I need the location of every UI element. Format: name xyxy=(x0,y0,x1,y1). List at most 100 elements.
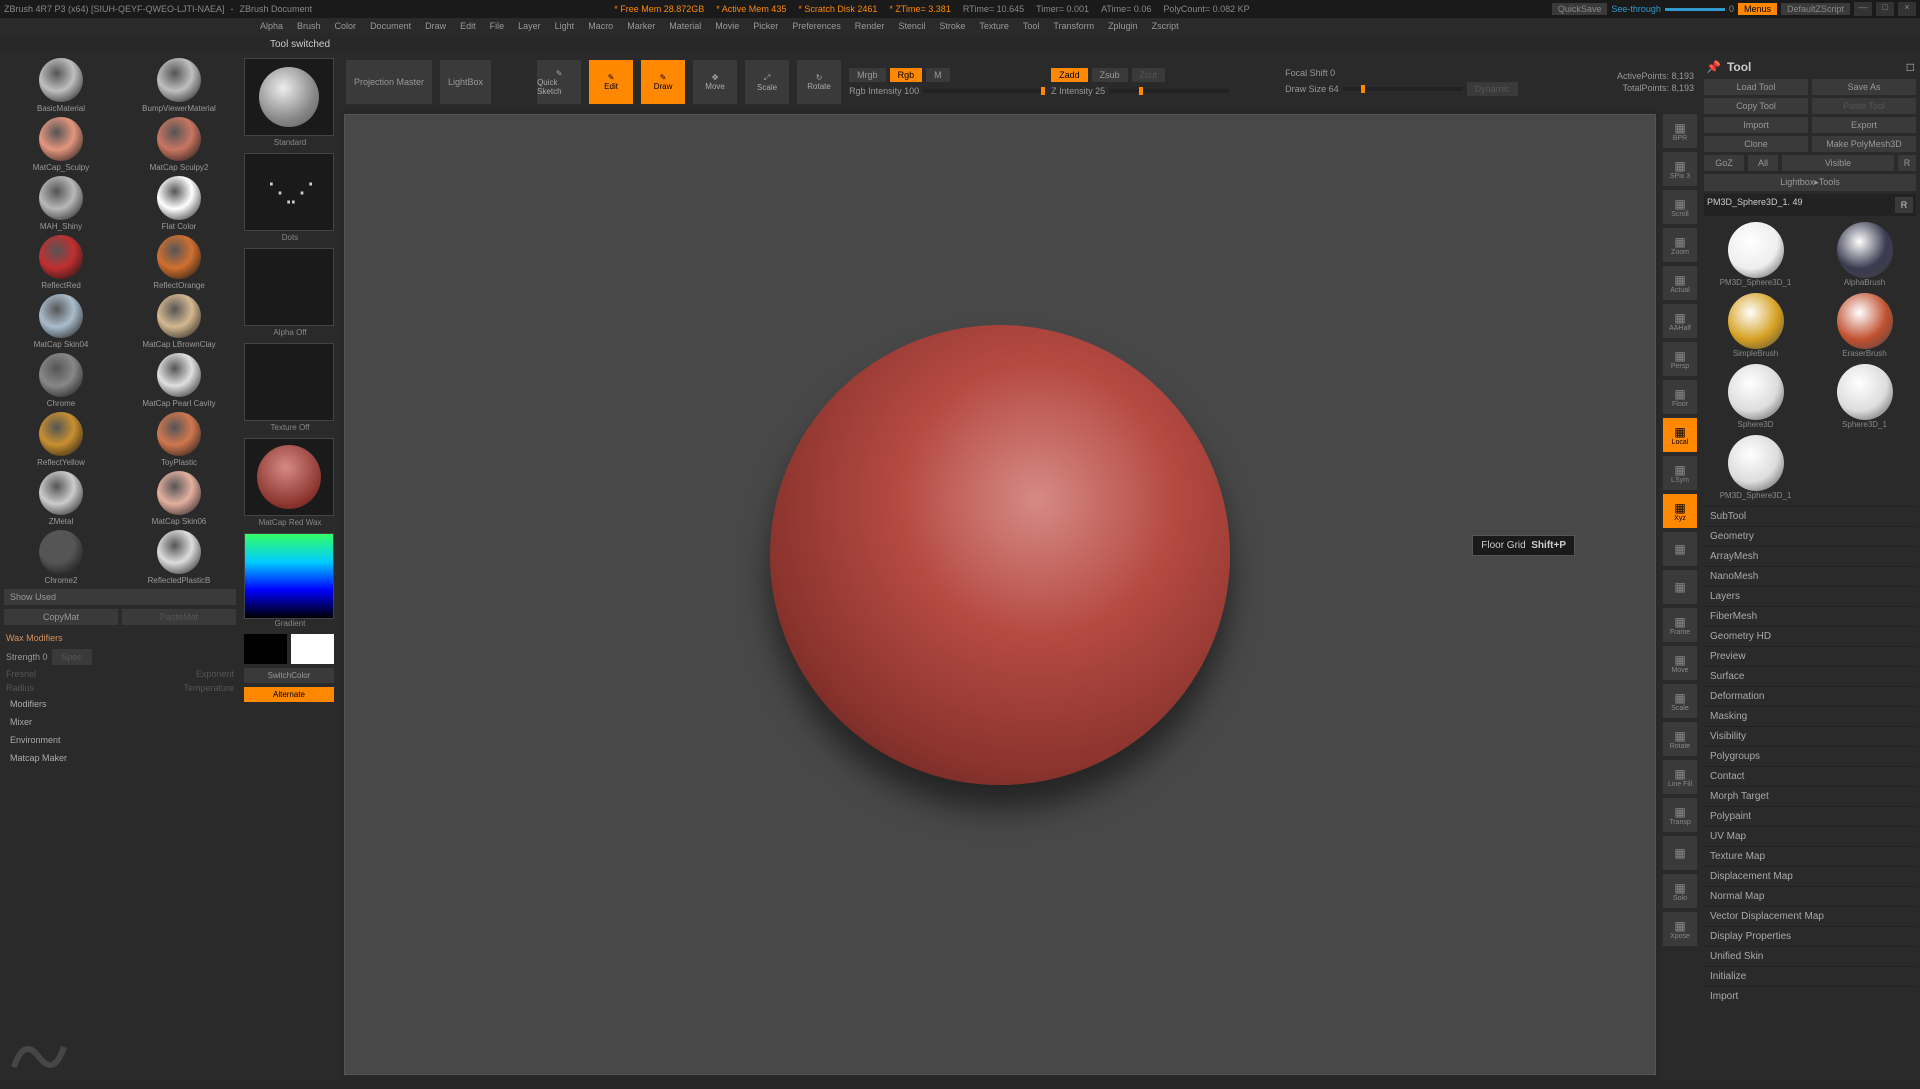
material-swatch-8[interactable] xyxy=(39,294,83,338)
floor-button[interactable]: ▦Floor xyxy=(1663,380,1697,414)
menu-alpha[interactable]: Alpha xyxy=(260,21,283,31)
lsym-button[interactable]: ▦LSym xyxy=(1663,456,1697,490)
close-icon[interactable]: × xyxy=(1898,2,1916,16)
persp-button[interactable]: ▦Persp xyxy=(1663,342,1697,376)
menu-zscript[interactable]: Zscript xyxy=(1152,21,1179,31)
gradient-label[interactable]: Gradient xyxy=(244,619,336,628)
material-swatch-1[interactable] xyxy=(157,58,201,102)
lightbox-button[interactable]: LightBox xyxy=(440,60,491,104)
stroke-thumbnail[interactable]: ⋱⋰ xyxy=(244,153,334,231)
menu-stencil[interactable]: Stencil xyxy=(898,21,925,31)
matcap-maker-section[interactable]: Matcap Maker xyxy=(4,749,236,767)
material-swatch-5[interactable] xyxy=(157,176,201,220)
bpr-button[interactable]: ▦BPR xyxy=(1663,114,1697,148)
material-swatch-3[interactable] xyxy=(157,117,201,161)
scroll-button[interactable]: ▦Scroll xyxy=(1663,190,1697,224)
section-polygroups[interactable]: Polygroups xyxy=(1704,746,1916,766)
goz-button[interactable]: GoZ xyxy=(1704,155,1744,171)
material-swatch-11[interactable] xyxy=(157,353,201,397)
modifiers-section[interactable]: Modifiers xyxy=(4,695,236,713)
section-arraymesh[interactable]: ArrayMesh xyxy=(1704,546,1916,566)
menu-marker[interactable]: Marker xyxy=(627,21,655,31)
viewport-canvas[interactable]: Floor Grid Shift+P xyxy=(344,114,1656,1075)
section-texture-map[interactable]: Texture Map xyxy=(1704,846,1916,866)
quick-sketch-button[interactable]: ✎Quick Sketch xyxy=(537,60,581,104)
tool-thumbnail-5[interactable] xyxy=(1837,364,1893,420)
menu-edit[interactable]: Edit xyxy=(460,21,476,31)
section-nanomesh[interactable]: NanoMesh xyxy=(1704,566,1916,586)
tool-thumbnail-3[interactable] xyxy=(1837,293,1893,349)
material-swatch-16[interactable] xyxy=(39,530,83,574)
solo-button[interactable]: ▦Solo xyxy=(1663,874,1697,908)
menu-render[interactable]: Render xyxy=(855,21,885,31)
material-swatch-0[interactable] xyxy=(39,58,83,102)
default-zscript-button[interactable]: DefaultZScript xyxy=(1781,3,1850,15)
menu-document[interactable]: Document xyxy=(370,21,411,31)
mixer-section[interactable]: Mixer xyxy=(4,713,236,731)
material-swatch-6[interactable] xyxy=(39,235,83,279)
section-geometry-hd[interactable]: Geometry HD xyxy=(1704,626,1916,646)
material-swatch-7[interactable] xyxy=(157,235,201,279)
section-displacement-map[interactable]: Displacement Map xyxy=(1704,866,1916,886)
move-button[interactable]: ▦Move xyxy=(1663,646,1697,680)
panel-close-icon[interactable]: □ xyxy=(1907,60,1914,74)
quicksave-button[interactable]: QuickSave xyxy=(1552,3,1608,15)
linefill-button[interactable]: ▦Line Fill xyxy=(1663,760,1697,794)
zcut-button[interactable]: Zcut xyxy=(1132,68,1166,82)
menus-button[interactable]: Menus xyxy=(1738,3,1777,15)
material-swatch-13[interactable] xyxy=(157,412,201,456)
scale-button[interactable]: ▦Scale xyxy=(1663,684,1697,718)
section-initialize[interactable]: Initialize xyxy=(1704,966,1916,986)
center-button[interactable]: ▦ xyxy=(1663,532,1697,566)
draw-size-slider[interactable]: Draw Size 64 xyxy=(1285,84,1339,94)
wax-modifiers-header[interactable]: Wax Modifiers xyxy=(4,629,236,647)
rgb-button[interactable]: Rgb xyxy=(890,68,923,82)
projection-master-button[interactable]: Projection Master xyxy=(346,60,432,104)
move-button[interactable]: ✥Move xyxy=(693,60,737,104)
z-intensity-slider[interactable]: Z Intensity 25 xyxy=(1051,86,1105,96)
spix-button[interactable]: ▦SPix 3 xyxy=(1663,152,1697,186)
temperature-slider[interactable]: Temperature xyxy=(183,683,234,693)
section-deformation[interactable]: Deformation xyxy=(1704,686,1916,706)
tool-thumbnail-4[interactable] xyxy=(1728,364,1784,420)
menu-color[interactable]: Color xyxy=(335,21,357,31)
make-polymesh-button[interactable]: Make PolyMesh3D xyxy=(1812,136,1916,152)
m-button[interactable]: M xyxy=(926,68,950,82)
export-button[interactable]: Export xyxy=(1812,117,1916,133)
color-picker[interactable] xyxy=(244,533,334,619)
section-vector-displacement-map[interactable]: Vector Displacement Map xyxy=(1704,906,1916,926)
menu-light[interactable]: Light xyxy=(555,21,575,31)
load-tool-button[interactable]: Load Tool xyxy=(1704,79,1808,95)
section-unified-skin[interactable]: Unified Skin xyxy=(1704,946,1916,966)
save-as-button[interactable]: Save As xyxy=(1812,79,1916,95)
material-swatch-4[interactable] xyxy=(39,176,83,220)
section-uv-map[interactable]: UV Map xyxy=(1704,826,1916,846)
minimize-icon[interactable]: — xyxy=(1854,2,1872,16)
aathalf-button[interactable]: ▦AAHalf xyxy=(1663,304,1697,338)
goz-visible-button[interactable]: Visible xyxy=(1782,155,1894,171)
mrgb-button[interactable]: Mrgb xyxy=(849,68,886,82)
material-swatch-14[interactable] xyxy=(39,471,83,515)
section-masking[interactable]: Masking xyxy=(1704,706,1916,726)
texture-thumbnail[interactable] xyxy=(244,343,334,421)
section-fibermesh[interactable]: FiberMesh xyxy=(1704,606,1916,626)
section-geometry[interactable]: Geometry xyxy=(1704,526,1916,546)
zadd-button[interactable]: Zadd xyxy=(1051,68,1088,82)
alpha-thumbnail[interactable] xyxy=(244,248,334,326)
primary-color-swatch[interactable] xyxy=(291,634,334,664)
goz-all-button[interactable]: All xyxy=(1748,155,1778,171)
radius-slider[interactable]: Radius xyxy=(6,683,34,693)
switchcolor-button[interactable]: SwitchColor xyxy=(244,668,334,683)
copy-tool-button[interactable]: Copy Tool xyxy=(1704,98,1808,114)
tool-thumbnail-1[interactable] xyxy=(1837,222,1893,278)
menu-preferences[interactable]: Preferences xyxy=(792,21,841,31)
menu-tool[interactable]: Tool xyxy=(1023,21,1040,31)
section-contact[interactable]: Contact xyxy=(1704,766,1916,786)
section-surface[interactable]: Surface xyxy=(1704,666,1916,686)
exponent-slider[interactable]: Exponent xyxy=(196,669,234,679)
frame-button[interactable]: ▦Frame xyxy=(1663,608,1697,642)
menu-layer[interactable]: Layer xyxy=(518,21,541,31)
xyz-button[interactable]: ▦Xyz xyxy=(1663,494,1697,528)
material-swatch-2[interactable] xyxy=(39,117,83,161)
section-display-properties[interactable]: Display Properties xyxy=(1704,926,1916,946)
